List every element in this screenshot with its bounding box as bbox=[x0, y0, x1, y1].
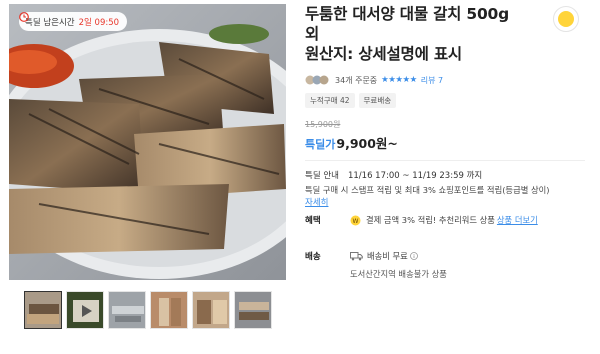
zzim-button[interactable] bbox=[553, 6, 579, 32]
tag-cumulative-purchases: 누적구매 42 bbox=[305, 93, 355, 108]
deal-detail-link[interactable]: 자세히 bbox=[305, 198, 328, 208]
rating-stars: ★★★★★ bbox=[381, 75, 417, 85]
tag-list: 누적구매 42 무료배송 bbox=[305, 93, 590, 108]
deal-info-label: 특딜 안내 bbox=[305, 171, 339, 181]
shipping-note: 도서산간지역 배송불가 상품 bbox=[350, 269, 447, 279]
thumbnail-3[interactable] bbox=[108, 291, 146, 329]
point-coin-icon: W bbox=[350, 215, 361, 225]
buyers-avatars-icon bbox=[305, 75, 329, 85]
truck-icon bbox=[350, 252, 363, 261]
thumbnail-strip bbox=[24, 291, 272, 329]
thumbnail-1[interactable] bbox=[24, 291, 62, 329]
product-info-panel: 두툼한 대서양 대물 갈치 500g 외 원산지: 상세설명에 표시 34개 주… bbox=[305, 4, 590, 279]
shipping-fee: 배송비 무료 bbox=[367, 251, 408, 261]
shipping-row: 배송 배송비 무료 도서산간지역 배송불가 상품 bbox=[305, 250, 447, 280]
benefit-label: 혜택 bbox=[305, 216, 321, 226]
title-line-1: 두툼한 대서양 대물 갈치 500g bbox=[305, 5, 510, 23]
sale-timer-badge: 특딜 남은시간 2일 09:50 bbox=[19, 12, 128, 31]
thumbnail-4[interactable] bbox=[150, 291, 188, 329]
benefit-text: 결제 금액 3% 적립! 추천리워드 상품 bbox=[366, 215, 495, 225]
deal-description: 특딜 구매 시 스탬프 적립 및 최대 3% 쇼핑포인트를 적립(등급별 상이)… bbox=[305, 184, 585, 209]
original-price: 15,900원 bbox=[305, 120, 341, 129]
more-products-link[interactable]: 상품 더보기 bbox=[497, 214, 538, 226]
sale-price-row: 특딜가 9,900원~ bbox=[305, 133, 590, 152]
origin-line: 원산지: 상세설명에 표시 bbox=[305, 45, 462, 63]
deal-period: 11/16 17:00 ~ 11/19 23:59 까지 bbox=[347, 171, 483, 181]
shipping-label: 배송 bbox=[305, 252, 321, 262]
divider bbox=[305, 160, 585, 161]
timer-label: 특딜 남은시간 bbox=[25, 17, 75, 28]
thumbnail-6[interactable] bbox=[234, 291, 272, 329]
sale-price-value: 9,900원~ bbox=[336, 136, 398, 151]
sale-price-label: 특딜가 bbox=[305, 138, 336, 151]
thumbnail-5[interactable] bbox=[192, 291, 230, 329]
thumbnail-2[interactable] bbox=[66, 291, 104, 329]
product-main-image[interactable]: 특딜 남은시간 2일 09:50 bbox=[9, 4, 286, 280]
title-line-2: 외 bbox=[305, 25, 320, 43]
benefit-row: 혜택 W 결제 금액 3% 적립! 추천리워드 상품 상품 더보기 bbox=[305, 214, 538, 226]
product-title: 두툼한 대서양 대물 갈치 500g 외 원산지: 상세설명에 표시 bbox=[305, 4, 535, 64]
deal-description-text: 특딜 구매 시 스탬프 적립 및 최대 3% 쇼핑포인트를 적립(등급별 상이) bbox=[305, 185, 550, 195]
badge-icon bbox=[558, 11, 574, 27]
tag-free-shipping: 무료배송 bbox=[358, 93, 397, 108]
deal-info-row: 특딜 안내 11/16 17:00 ~ 11/19 23:59 까지 bbox=[305, 169, 590, 181]
svg-text:W: W bbox=[353, 218, 359, 225]
order-count: 34개 주문중 bbox=[335, 75, 378, 85]
info-icon[interactable] bbox=[409, 252, 418, 260]
meta-row: 34개 주문중 ★★★★★ 리뷰 7 bbox=[305, 74, 590, 86]
timer-remaining: 2일 09:50 bbox=[78, 17, 120, 28]
review-link[interactable]: 리뷰 7 bbox=[421, 75, 443, 86]
grilled-fish-photo bbox=[9, 4, 286, 280]
clock-icon bbox=[19, 12, 29, 22]
